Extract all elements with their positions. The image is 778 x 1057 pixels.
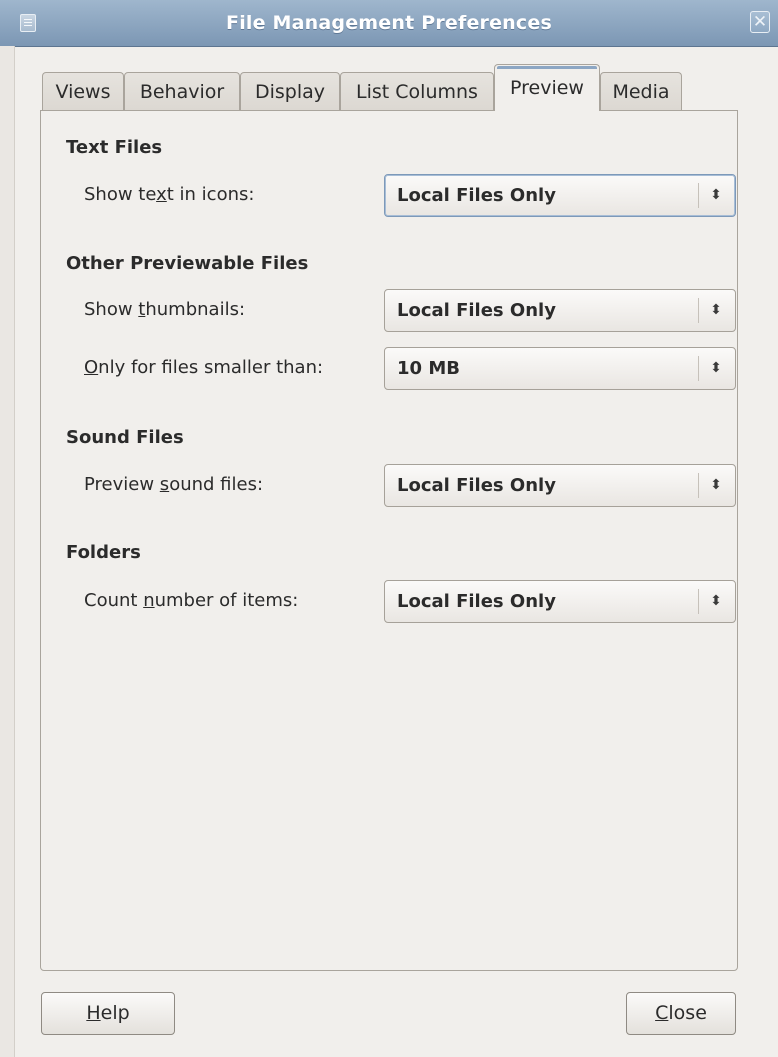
combo-value: Local Files Only <box>397 591 556 612</box>
size-limit-label: Only for files smaller than: <box>84 357 324 378</box>
show-thumbnails-combo[interactable]: Local Files Only ⬍ <box>384 289 736 332</box>
section-title-other-files: Other Previewable Files <box>66 253 309 274</box>
preferences-window: File Management Preferences ✕ Views Beha… <box>0 0 778 1057</box>
tab-list-columns[interactable]: List Columns <box>340 72 494 110</box>
combo-value: 10 MB <box>397 358 460 379</box>
updown-arrow-icon: ⬍ <box>710 187 722 203</box>
combo-value: Local Files Only <box>397 475 556 496</box>
count-items-label: Count number of items: <box>84 590 299 611</box>
preview-sound-label: Preview sound files: <box>84 474 264 495</box>
section-title-folders: Folders <box>66 542 141 563</box>
updown-arrow-icon: ⬍ <box>710 593 722 609</box>
section-title-text-files: Text Files <box>66 137 163 158</box>
combo-value: Local Files Only <box>397 300 556 321</box>
close-button[interactable]: Close <box>626 992 736 1035</box>
tab-behavior[interactable]: Behavior <box>124 72 240 110</box>
show-text-label: Show text in icons: <box>84 184 255 205</box>
show-text-combo[interactable]: Local Files Only ⬍ <box>384 174 736 217</box>
size-limit-combo[interactable]: 10 MB ⬍ <box>384 347 736 390</box>
tab-views[interactable]: Views <box>42 72 124 110</box>
show-thumbnails-label: Show thumbnails: <box>84 299 246 320</box>
updown-arrow-icon: ⬍ <box>710 302 722 318</box>
combo-value: Local Files Only <box>397 185 556 206</box>
window-left-edge <box>0 46 15 1057</box>
title-bar[interactable]: File Management Preferences ✕ <box>0 0 778 47</box>
tab-media[interactable]: Media <box>600 72 682 110</box>
section-title-sound-files: Sound Files <box>66 427 184 448</box>
updown-arrow-icon: ⬍ <box>710 477 722 493</box>
count-items-combo[interactable]: Local Files Only ⬍ <box>384 580 736 623</box>
close-icon[interactable]: ✕ <box>750 11 770 33</box>
tab-display[interactable]: Display <box>240 72 340 110</box>
preview-sound-combo[interactable]: Local Files Only ⬍ <box>384 464 736 507</box>
preview-tab-panel <box>40 110 738 971</box>
tab-preview[interactable]: Preview <box>494 64 600 111</box>
help-button[interactable]: Help <box>41 992 175 1035</box>
window-title: File Management Preferences <box>226 12 552 34</box>
updown-arrow-icon: ⬍ <box>710 360 722 376</box>
